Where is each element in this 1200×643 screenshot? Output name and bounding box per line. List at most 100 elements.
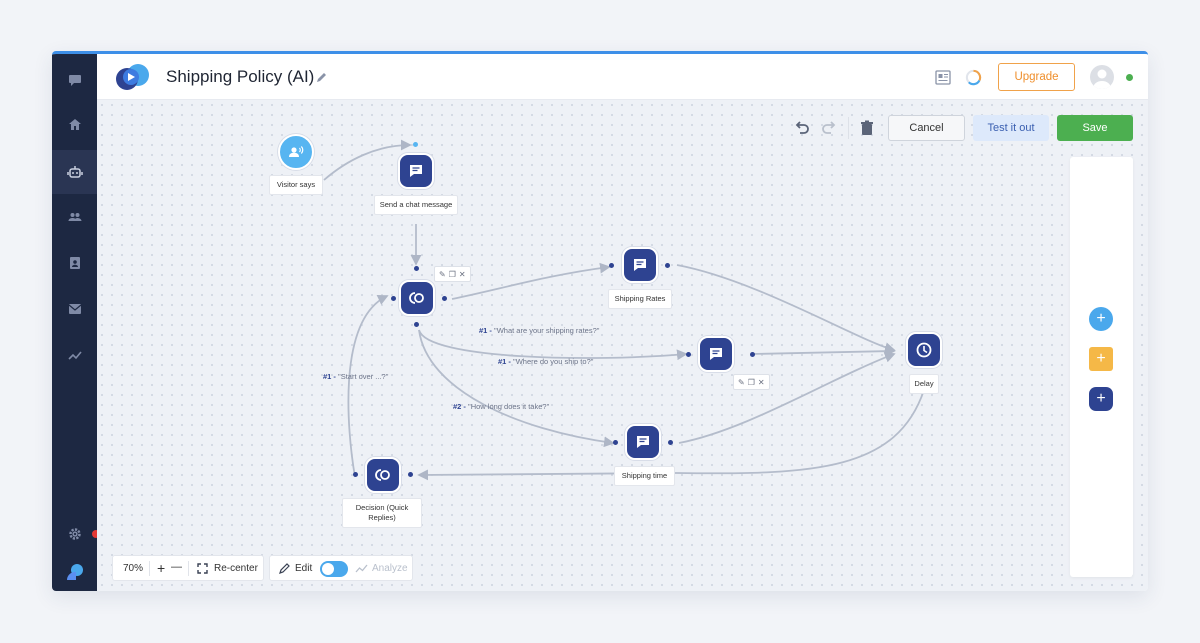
edge-label-time: #2 - "How long does it take?"	[453, 402, 550, 411]
logo-icon[interactable]	[60, 557, 89, 586]
visitor-label: Visitor says	[269, 175, 323, 195]
cancel-button[interactable]: Cancel	[888, 115, 965, 141]
undo-icon[interactable]	[794, 120, 810, 136]
save-button[interactable]: Save	[1057, 115, 1133, 141]
sidebar	[52, 54, 100, 591]
output-port[interactable]	[665, 263, 670, 268]
decision-quick-replies-node[interactable]	[365, 457, 401, 493]
flow-edges	[323, 139, 925, 481]
recenter-icon[interactable]	[197, 563, 208, 574]
pencil-icon[interactable]	[315, 70, 329, 84]
flow-canvas[interactable]: #1 - "What are your shipping rates?" #1 …	[97, 100, 1148, 591]
send-message-label: Send a chat message	[374, 195, 458, 215]
avatar[interactable]	[1090, 65, 1114, 89]
progress-ring-icon[interactable]	[965, 69, 982, 86]
analyze-mode-label[interactable]: Analyze	[372, 563, 408, 574]
edge-label-start-over: #1 - "Start over ...?"	[323, 372, 389, 381]
input-port[interactable]	[686, 352, 691, 357]
chat-icon[interactable]	[60, 65, 89, 94]
delay-label: Delay	[909, 374, 939, 394]
shipping-rates-label: Shipping Rates	[608, 289, 672, 309]
add-condition-button[interactable]: +	[1089, 347, 1113, 371]
node-toolbox: ✎ ❐ ✕	[733, 374, 770, 390]
input-port[interactable]	[391, 296, 396, 301]
visitor-node[interactable]	[278, 134, 314, 170]
home-icon[interactable]	[60, 110, 89, 139]
ship-to-node[interactable]	[698, 336, 734, 372]
chat-bubble-icon	[634, 259, 646, 271]
app-window: Shipping Policy (AI) Upgrade #1 - "What …	[52, 51, 1148, 591]
upgrade-button[interactable]: Upgrade	[998, 63, 1075, 91]
mode-controls: Edit Analyze	[269, 555, 413, 581]
page-title: Shipping Policy (AI)	[166, 67, 315, 86]
analytics-icon[interactable]	[60, 340, 89, 369]
close-icon[interactable]: ✕	[758, 378, 765, 387]
output-port[interactable]	[668, 440, 673, 445]
edge-label-rates: #1 - "What are your shipping rates?"	[479, 326, 600, 335]
toolbar-divider	[848, 117, 849, 139]
bot-icon[interactable]	[52, 150, 97, 194]
copy-icon[interactable]: ❐	[748, 378, 755, 387]
top-bar: Shipping Policy (AI) Upgrade	[97, 54, 1148, 100]
add-action-button[interactable]: +	[1089, 387, 1113, 411]
edge-decision-rates	[451, 262, 611, 300]
delay-node[interactable]	[906, 332, 942, 368]
output-port[interactable]	[414, 322, 419, 327]
zoom-in-button[interactable]: +	[157, 560, 165, 576]
plus-icon: +	[1096, 310, 1106, 327]
plus-icon: +	[1096, 390, 1106, 407]
input-port[interactable]	[413, 142, 418, 147]
redo-icon[interactable]	[821, 120, 837, 136]
chat-bubble-icon	[710, 348, 722, 360]
input-port[interactable]	[609, 263, 614, 268]
chat-bubble-icon	[637, 436, 649, 448]
recenter-button[interactable]: Re-center	[214, 563, 258, 574]
pencil-icon[interactable]: ✎	[738, 378, 745, 387]
pencil-icon	[279, 562, 291, 574]
input-port[interactable]	[353, 472, 358, 477]
shipping-time-label: Shipping time	[614, 466, 675, 486]
edge-where-delay	[751, 345, 896, 357]
output-port[interactable]	[442, 296, 447, 301]
zoom-out-button[interactable]: —	[171, 561, 182, 573]
decision-node[interactable]	[399, 280, 435, 316]
chat-bubble-icon	[410, 165, 422, 177]
zoom-level: 70%	[123, 563, 144, 574]
pencil-icon[interactable]: ✎	[439, 270, 446, 279]
edge-label-where: #1 - "Where do you ship to?"	[498, 357, 594, 366]
shipping-rates-node[interactable]	[622, 247, 658, 283]
input-port[interactable]	[414, 266, 419, 271]
zoom-controls: 70% + — Re-center	[112, 555, 264, 581]
decision-icon	[375, 469, 390, 481]
news-icon[interactable]	[935, 70, 951, 85]
mail-icon[interactable]	[60, 294, 89, 323]
contacts-icon[interactable]	[60, 202, 89, 231]
output-port[interactable]	[750, 352, 755, 357]
trash-icon[interactable]	[860, 120, 874, 136]
copy-icon[interactable]: ❐	[449, 270, 456, 279]
address-book-icon[interactable]	[60, 248, 89, 277]
shipping-time-node[interactable]	[625, 424, 661, 460]
analytics-icon	[355, 563, 368, 574]
output-port[interactable]	[408, 472, 413, 477]
test-it-out-button[interactable]: Test it out	[973, 115, 1049, 141]
mode-toggle[interactable]	[320, 561, 348, 577]
online-status-dot	[1126, 74, 1133, 81]
divider	[188, 561, 189, 576]
decision-quick-replies-label: Decision (Quick Replies)	[342, 498, 422, 528]
edge-start-over	[347, 295, 389, 478]
gear-icon[interactable]	[60, 519, 89, 548]
plus-icon: +	[1096, 350, 1106, 367]
node-toolbox: ✎ ❐ ✕	[434, 266, 471, 282]
edit-mode-label: Edit	[295, 563, 313, 574]
node-panel: + + +	[1070, 157, 1133, 577]
divider	[149, 561, 150, 576]
close-icon[interactable]: ✕	[459, 270, 466, 279]
decision-icon	[409, 292, 424, 304]
clock-icon	[916, 342, 932, 358]
add-trigger-button[interactable]: +	[1089, 307, 1113, 331]
bot-logo-icon	[112, 62, 154, 92]
voice-user-icon	[289, 146, 304, 157]
input-port[interactable]	[613, 440, 618, 445]
send-message-node[interactable]	[398, 153, 434, 189]
